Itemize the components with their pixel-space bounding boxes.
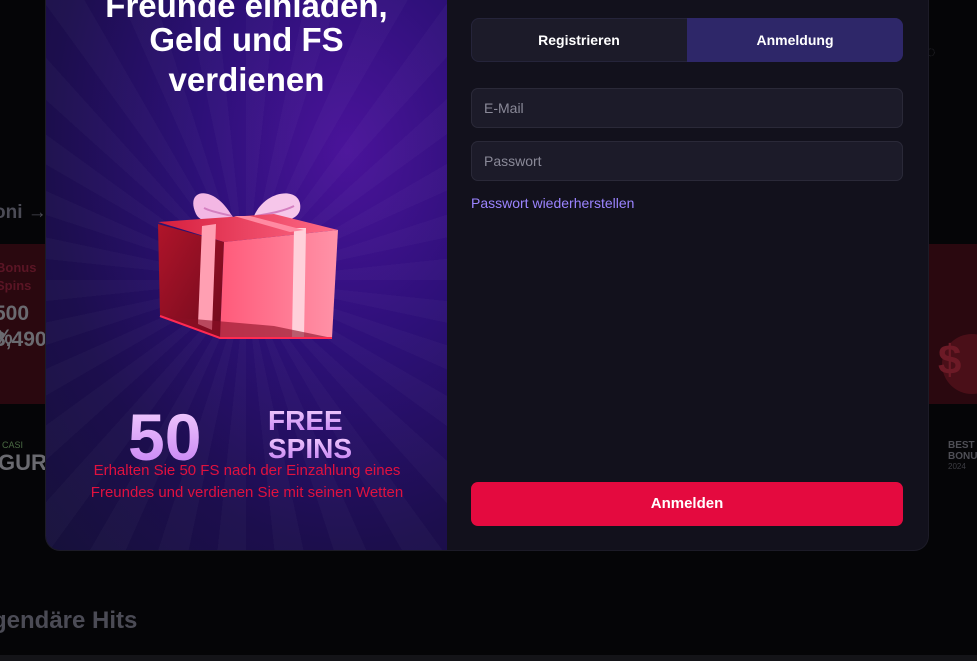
login-submit-button[interactable]: Anmelden <box>471 482 903 526</box>
partner-logo-small-text: CASI <box>2 440 24 450</box>
email-input[interactable] <box>471 88 903 128</box>
promo-description: Erhalten Sie 50 FS nach der Einzahlung e… <box>90 462 404 501</box>
dollar-icon: $ <box>938 336 962 383</box>
background-divider <box>0 655 977 661</box>
tab-register[interactable]: Registrieren <box>471 18 687 62</box>
partner-logo-text: GUR <box>0 450 47 475</box>
background-section-title: gendäre Hits <box>0 607 138 634</box>
background-link[interactable]: oni → <box>0 202 47 224</box>
background-banner-left[interactable]: Bonus Spins 500 % 3,490 <box>0 244 47 404</box>
background-banner-text: 3,490 <box>0 328 47 351</box>
partner-logo-right: BEST BONU 2024 <box>930 440 977 480</box>
free-spins-number: 50 <box>128 406 201 466</box>
gift-box-icon <box>158 193 338 339</box>
promo-title-line: verdienen <box>168 61 325 98</box>
partner-logo-text: BONU <box>948 451 977 462</box>
auth-modal: Freunde einladen, Geld und FS verdienen <box>46 0 928 550</box>
background-banner-text: Spins <box>0 278 32 293</box>
login-form-panel: Registrieren Anmeldung Passwort wiederhe… <box>447 0 928 550</box>
referral-promo-panel: Freunde einladen, Geld und FS verdienen <box>46 0 447 550</box>
partner-logo-text: BEST <box>948 440 975 451</box>
promo-title-line: Geld und FS <box>149 21 344 58</box>
auth-tabs: Registrieren Anmeldung <box>471 18 903 62</box>
forgot-password-link[interactable]: Passwort wiederherstellen <box>471 195 634 211</box>
free-spins-text-top: FREE <box>268 406 343 436</box>
free-spins-badge: 50 FREE SPINS <box>128 406 352 466</box>
background-banner-text: Bonus <box>0 260 37 275</box>
background-banner-right[interactable]: $ <box>928 244 977 404</box>
email-field[interactable] <box>471 88 903 128</box>
tab-login[interactable]: Anmeldung <box>687 18 903 62</box>
partner-logo-left: CASI GUR <box>0 436 48 476</box>
partner-logo-text: 2024 <box>948 462 966 471</box>
password-field[interactable] <box>471 141 903 181</box>
password-input[interactable] <box>471 141 903 181</box>
